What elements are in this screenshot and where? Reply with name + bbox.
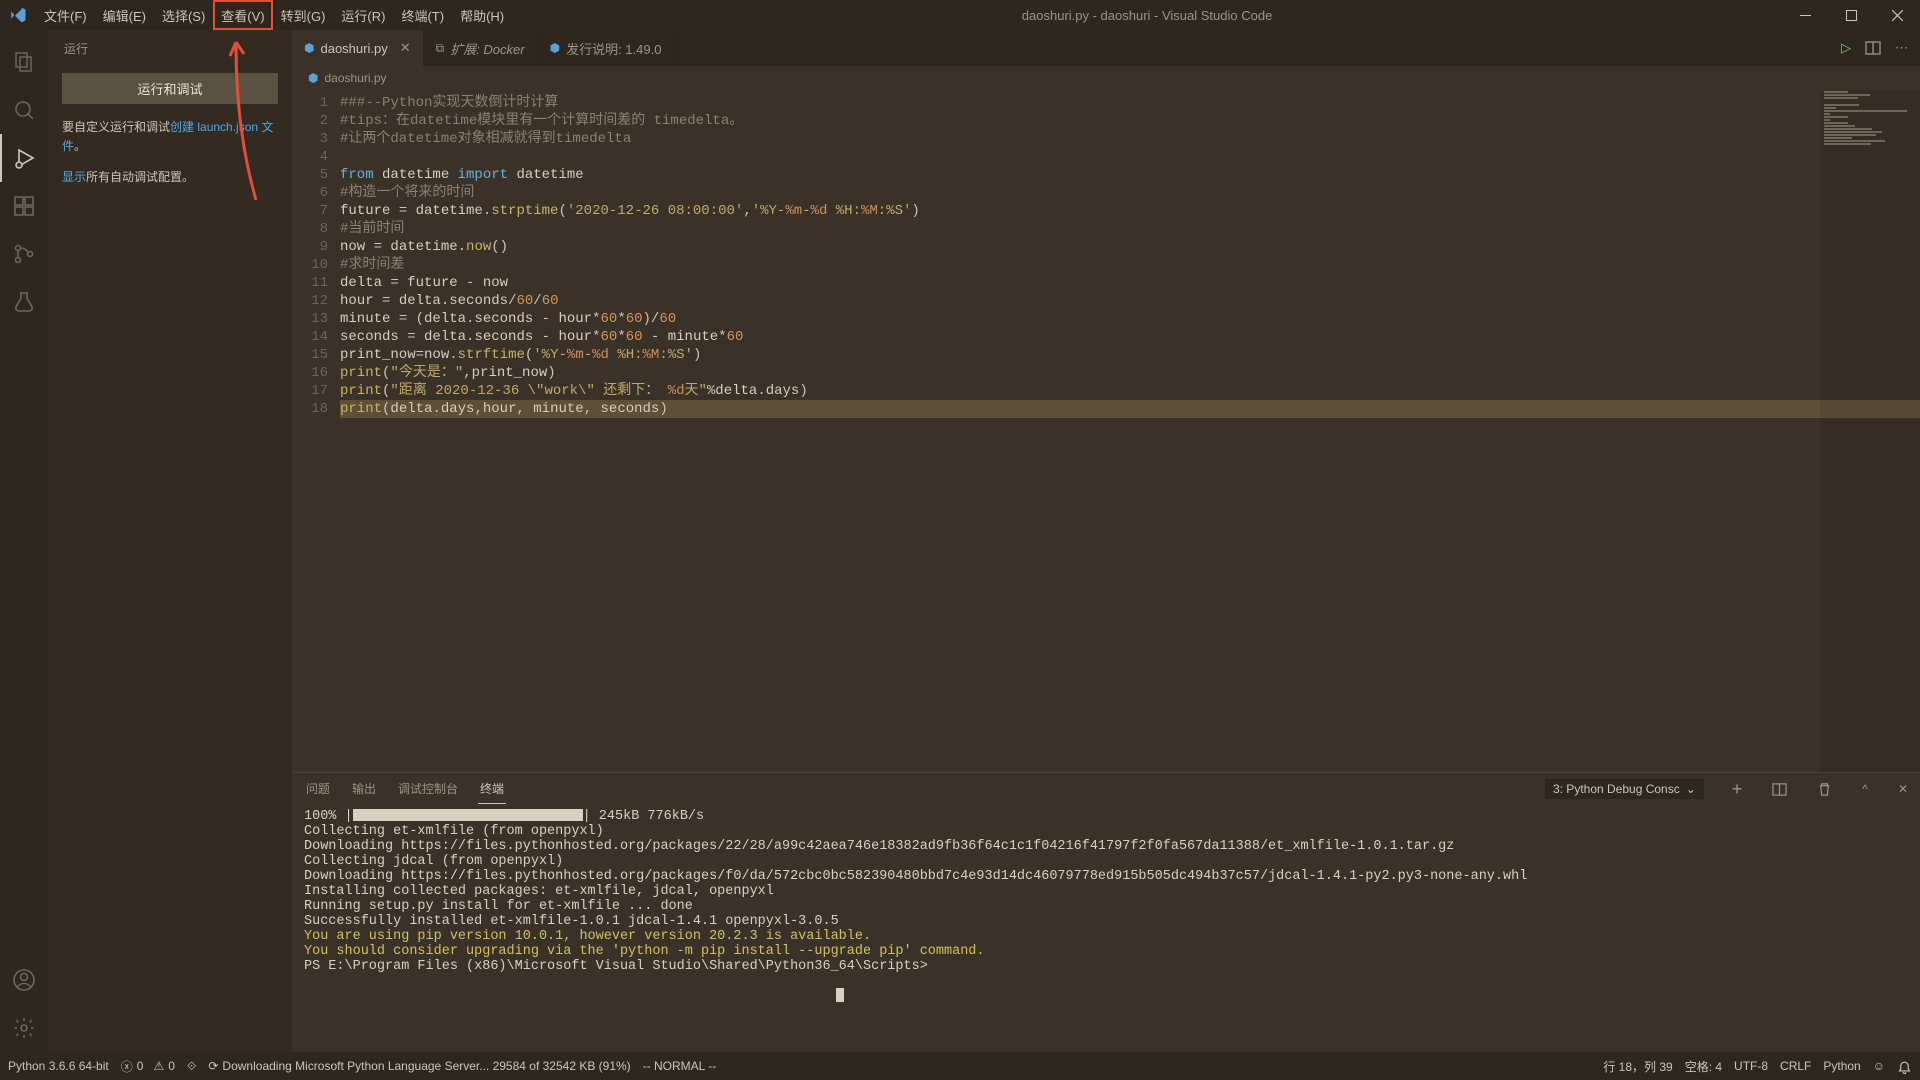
kill-terminal-icon[interactable] (1817, 782, 1832, 797)
panel-tab-问题[interactable]: 问题 (304, 774, 332, 804)
title-bar: 文件(F)编辑(E)选择(S)查看(V)转到(G)运行(R)终端(T)帮助(H)… (0, 0, 1920, 30)
minimize-button[interactable] (1782, 0, 1828, 30)
split-editor-icon[interactable] (1865, 40, 1881, 56)
menu-文件(F)[interactable]: 文件(F) (36, 0, 95, 30)
menu-帮助(H)[interactable]: 帮助(H) (452, 0, 512, 30)
split-terminal-icon[interactable] (1772, 782, 1787, 797)
breadcrumb[interactable]: ⬢ daoshuri.py (292, 66, 1920, 90)
terminal-output[interactable]: 100% || 245kB 776kB/sCollecting et-xmlfi… (292, 805, 1920, 1052)
terminal-selector[interactable]: 3: Python Debug Consc ⌄ (1545, 779, 1704, 799)
status-notifications-icon[interactable] (1897, 1059, 1912, 1074)
panel-tab-终端[interactable]: 终端 (478, 774, 506, 804)
sidebar-text-1: 要自定义运行和调试创建 launch.json 文件。 (48, 112, 292, 162)
close-button[interactable] (1874, 0, 1920, 30)
menu-编辑(E)[interactable]: 编辑(E) (95, 0, 154, 30)
extensions-icon[interactable] (0, 182, 48, 230)
testing-icon[interactable] (0, 278, 48, 326)
sidebar-title: 运行 (48, 30, 292, 65)
panel-tab-输出[interactable]: 输出 (350, 774, 378, 804)
bottom-panel: 问题输出调试控制台终端 3: Python Debug Consc ⌄ + ^ … (292, 772, 1920, 1052)
maximize-button[interactable] (1828, 0, 1874, 30)
more-actions-icon[interactable]: ⋯ (1895, 40, 1908, 56)
python-icon: ⬢ (550, 41, 560, 55)
sidebar-text-2: 显示所有自动调试配置。 (48, 162, 292, 193)
explorer-icon[interactable] (0, 38, 48, 86)
status-vim-mode: -- NORMAL -- (643, 1059, 717, 1073)
settings-gear-icon[interactable] (0, 1004, 48, 1052)
menu-转到(G)[interactable]: 转到(G) (273, 0, 334, 30)
status-indent[interactable]: 空格: 4 (1685, 1058, 1722, 1075)
menu-终端(T)[interactable]: 终端(T) (393, 0, 452, 30)
status-sync[interactable]: ⟳ Downloading Microsoft Python Language … (208, 1059, 630, 1073)
status-problems[interactable]: ⓧ0 ⚠0 (121, 1058, 175, 1075)
chevron-down-icon: ⌄ (1686, 782, 1696, 796)
minimap[interactable] (1820, 90, 1920, 772)
menu-运行(R)[interactable]: 运行(R) (333, 0, 393, 30)
code-editor[interactable]: 123456789101112131415161718 ###--Python实… (292, 90, 1920, 772)
window-title: daoshuri.py - daoshuri - Visual Studio C… (512, 8, 1782, 23)
warning-icon: ⚠ (153, 1059, 164, 1073)
maximize-panel-icon[interactable]: ^ (1862, 782, 1868, 796)
activity-bar (0, 30, 48, 1052)
panel-tab-调试控制台[interactable]: 调试控制台 (396, 774, 460, 804)
status-cursor[interactable]: 行 18，列 39 (1603, 1058, 1672, 1075)
status-bar: Python 3.6.6 64-bit ⓧ0 ⚠0 ⟐ ⟳ Downloadin… (0, 1052, 1920, 1080)
sync-icon: ⟳ (208, 1059, 218, 1073)
editor-tabs: ⬢daoshuri.py✕⧉扩展: Docker⬢发行说明: 1.49.0 ▷ … (292, 30, 1920, 66)
run-file-icon[interactable]: ▷ (1841, 40, 1851, 56)
python-icon: ⬢ (304, 41, 314, 55)
status-language[interactable]: Python (1823, 1059, 1860, 1073)
close-panel-icon[interactable]: ✕ (1898, 782, 1908, 796)
tab-发行说明: 1.49.0[interactable]: ⬢发行说明: 1.49.0 (538, 30, 675, 66)
editor-area: ⬢daoshuri.py✕⧉扩展: Docker⬢发行说明: 1.49.0 ▷ … (292, 30, 1920, 1052)
accounts-icon[interactable] (0, 956, 48, 1004)
status-python[interactable]: Python 3.6.6 64-bit (8, 1059, 109, 1073)
python-icon: ⬢ (308, 71, 318, 85)
error-icon: ⓧ (121, 1058, 133, 1075)
close-tab-icon[interactable]: ✕ (400, 40, 411, 56)
new-terminal-icon[interactable]: + (1732, 779, 1743, 800)
menu-查看(V)[interactable]: 查看(V) (213, 0, 272, 30)
run-and-debug-button[interactable]: 运行和调试 (62, 73, 278, 104)
show-configs-link[interactable]: 显示 (62, 170, 86, 184)
panel-tabs: 问题输出调试控制台终端 3: Python Debug Consc ⌄ + ^ … (292, 773, 1920, 805)
main-menu: 文件(F)编辑(E)选择(S)查看(V)转到(G)运行(R)终端(T)帮助(H) (36, 0, 512, 30)
tab-daoshuri.py[interactable]: ⬢daoshuri.py✕ (292, 30, 424, 66)
run-sidebar: 运行 运行和调试 要自定义运行和调试创建 launch.json 文件。 显示所… (48, 30, 292, 1052)
status-feedback-icon[interactable]: ☺ (1873, 1059, 1885, 1073)
run-debug-icon[interactable] (0, 134, 48, 182)
search-icon[interactable] (0, 86, 48, 134)
vscode-logo-icon (0, 6, 36, 24)
status-encoding[interactable]: UTF-8 (1734, 1059, 1768, 1073)
menu-选择(S)[interactable]: 选择(S) (154, 0, 213, 30)
status-debug-icon[interactable]: ⟐ (187, 1059, 196, 1074)
source-control-icon[interactable] (0, 230, 48, 278)
status-eol[interactable]: CRLF (1780, 1059, 1811, 1073)
ext-icon: ⧉ (436, 41, 445, 56)
tab-扩展: Docker[interactable]: ⧉扩展: Docker (424, 30, 538, 66)
